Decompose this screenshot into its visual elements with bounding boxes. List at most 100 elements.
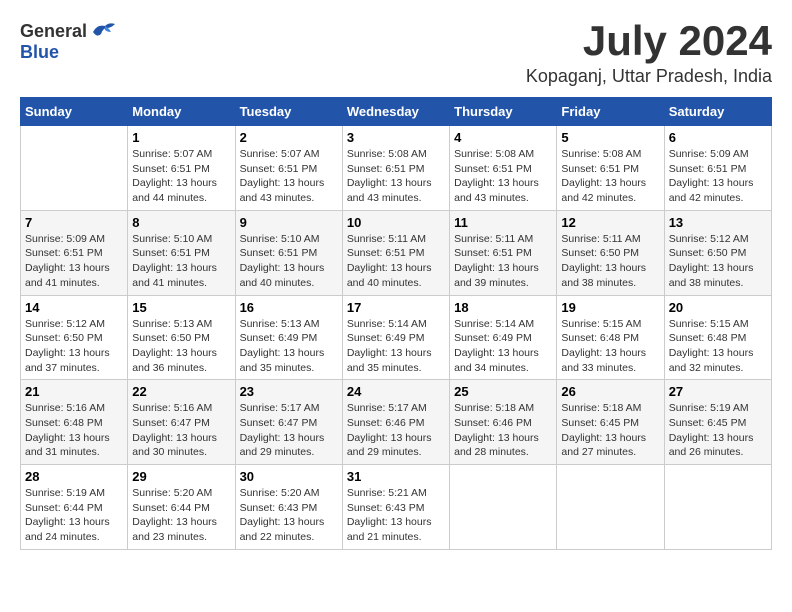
day-number: 19 <box>561 300 659 315</box>
day-cell: 21 Sunrise: 5:16 AMSunset: 6:48 PMDayligh… <box>21 380 128 465</box>
day-number: 5 <box>561 130 659 145</box>
day-number: 28 <box>25 469 123 484</box>
day-cell: 25 Sunrise: 5:18 AMSunset: 6:46 PMDayligh… <box>450 380 557 465</box>
calendar-table: SundayMondayTuesdayWednesdayThursdayFrid… <box>20 97 772 550</box>
week-row-1: 1Sunrise: 5:07 AMSunset: 6:51 PMDaylight… <box>21 126 772 211</box>
day-number: 6 <box>669 130 767 145</box>
logo-bird-icon <box>89 20 117 42</box>
day-cell: 22Sunrise: 5:16 AMSunset: 6:47 PMDayligh… <box>128 380 235 465</box>
day-cell: 2 Sunrise: 5:07 AMSunset: 6:51 PMDaylight… <box>235 126 342 211</box>
day-number: 13 <box>669 215 767 230</box>
day-cell: 7Sunrise: 5:09 AMSunset: 6:51 PMDaylight… <box>21 210 128 295</box>
day-info: Sunrise: 5:10 AMSunset: 6:51 PMDaylight:… <box>240 232 338 291</box>
day-cell <box>21 126 128 211</box>
day-info: Sunrise: 5:17 AMSunset: 6:47 PMDaylight:… <box>240 401 338 460</box>
day-number: 10 <box>347 215 445 230</box>
page-header: General Blue July 2024 Kopaganj, Uttar P… <box>20 20 772 87</box>
day-info: Sunrise: 5:18 AMSunset: 6:46 PMDaylight:… <box>454 401 552 460</box>
day-info: Sunrise: 5:19 AMSunset: 6:45 PMDaylight:… <box>669 401 767 460</box>
day-number: 31 <box>347 469 445 484</box>
day-number: 12 <box>561 215 659 230</box>
day-info: Sunrise: 5:11 AMSunset: 6:50 PMDaylight:… <box>561 232 659 291</box>
day-number: 9 <box>240 215 338 230</box>
day-number: 7 <box>25 215 123 230</box>
day-number: 18 <box>454 300 552 315</box>
day-number: 21 <box>25 384 123 399</box>
day-info: Sunrise: 5:19 AMSunset: 6:44 PMDaylight:… <box>25 486 123 545</box>
header-cell-tuesday: Tuesday <box>235 98 342 126</box>
day-number: 16 <box>240 300 338 315</box>
day-info: Sunrise: 5:16 AMSunset: 6:48 PMDaylight:… <box>25 401 123 460</box>
day-cell: 5 Sunrise: 5:08 AMSunset: 6:51 PMDaylight… <box>557 126 664 211</box>
calendar-header: SundayMondayTuesdayWednesdayThursdayFrid… <box>21 98 772 126</box>
day-info: Sunrise: 5:20 AMSunset: 6:44 PMDaylight:… <box>132 486 230 545</box>
day-cell: 10 Sunrise: 5:11 AMSunset: 6:51 PMDayligh… <box>342 210 449 295</box>
day-number: 15 <box>132 300 230 315</box>
header-cell-friday: Friday <box>557 98 664 126</box>
day-number: 20 <box>669 300 767 315</box>
title-area: July 2024 Kopaganj, Uttar Pradesh, India <box>526 20 772 87</box>
day-info: Sunrise: 5:21 AMSunset: 6:43 PMDaylight:… <box>347 486 445 545</box>
day-cell: 26Sunrise: 5:18 AMSunset: 6:45 PMDayligh… <box>557 380 664 465</box>
day-info: Sunrise: 5:08 AMSunset: 6:51 PMDaylight:… <box>347 147 445 206</box>
day-info: Sunrise: 5:11 AMSunset: 6:51 PMDaylight:… <box>347 232 445 291</box>
day-cell: 3 Sunrise: 5:08 AMSunset: 6:51 PMDaylight… <box>342 126 449 211</box>
day-number: 4 <box>454 130 552 145</box>
day-cell: 4Sunrise: 5:08 AMSunset: 6:51 PMDaylight… <box>450 126 557 211</box>
week-row-2: 7Sunrise: 5:09 AMSunset: 6:51 PMDaylight… <box>21 210 772 295</box>
week-row-5: 28 Sunrise: 5:19 AMSunset: 6:44 PMDayligh… <box>21 465 772 550</box>
header-row: SundayMondayTuesdayWednesdayThursdayFrid… <box>21 98 772 126</box>
week-row-4: 21 Sunrise: 5:16 AMSunset: 6:48 PMDayligh… <box>21 380 772 465</box>
day-cell: 27 Sunrise: 5:19 AMSunset: 6:45 PMDayligh… <box>664 380 771 465</box>
logo: General Blue <box>20 20 117 63</box>
header-cell-sunday: Sunday <box>21 98 128 126</box>
header-cell-monday: Monday <box>128 98 235 126</box>
logo-general-text: General <box>20 21 87 42</box>
day-info: Sunrise: 5:10 AMSunset: 6:51 PMDaylight:… <box>132 232 230 291</box>
day-cell: 12 Sunrise: 5:11 AMSunset: 6:50 PMDayligh… <box>557 210 664 295</box>
day-info: Sunrise: 5:07 AMSunset: 6:51 PMDaylight:… <box>132 147 230 206</box>
day-number: 27 <box>669 384 767 399</box>
day-number: 3 <box>347 130 445 145</box>
day-info: Sunrise: 5:20 AMSunset: 6:43 PMDaylight:… <box>240 486 338 545</box>
day-cell: 18 Sunrise: 5:14 AMSunset: 6:49 PMDayligh… <box>450 295 557 380</box>
day-info: Sunrise: 5:08 AMSunset: 6:51 PMDaylight:… <box>561 147 659 206</box>
day-number: 2 <box>240 130 338 145</box>
day-number: 14 <box>25 300 123 315</box>
day-cell: 31 Sunrise: 5:21 AMSunset: 6:43 PMDayligh… <box>342 465 449 550</box>
day-number: 25 <box>454 384 552 399</box>
day-info: Sunrise: 5:16 AMSunset: 6:47 PMDaylight:… <box>132 401 230 460</box>
day-cell <box>664 465 771 550</box>
day-cell: 11 Sunrise: 5:11 AMSunset: 6:51 PMDayligh… <box>450 210 557 295</box>
day-cell: 23 Sunrise: 5:17 AMSunset: 6:47 PMDayligh… <box>235 380 342 465</box>
day-cell: 6 Sunrise: 5:09 AMSunset: 6:51 PMDaylight… <box>664 126 771 211</box>
month-year-title: July 2024 <box>526 20 772 62</box>
day-info: Sunrise: 5:18 AMSunset: 6:45 PMDaylight:… <box>561 401 659 460</box>
calendar-body: 1Sunrise: 5:07 AMSunset: 6:51 PMDaylight… <box>21 126 772 550</box>
day-cell <box>557 465 664 550</box>
day-number: 8 <box>132 215 230 230</box>
day-info: Sunrise: 5:09 AMSunset: 6:51 PMDaylight:… <box>669 147 767 206</box>
day-cell: 28 Sunrise: 5:19 AMSunset: 6:44 PMDayligh… <box>21 465 128 550</box>
day-info: Sunrise: 5:14 AMSunset: 6:49 PMDaylight:… <box>454 317 552 376</box>
day-number: 30 <box>240 469 338 484</box>
day-cell: 24Sunrise: 5:17 AMSunset: 6:46 PMDayligh… <box>342 380 449 465</box>
header-cell-wednesday: Wednesday <box>342 98 449 126</box>
day-cell: 8 Sunrise: 5:10 AMSunset: 6:51 PMDaylight… <box>128 210 235 295</box>
day-number: 23 <box>240 384 338 399</box>
day-cell: 17Sunrise: 5:14 AMSunset: 6:49 PMDayligh… <box>342 295 449 380</box>
day-info: Sunrise: 5:07 AMSunset: 6:51 PMDaylight:… <box>240 147 338 206</box>
day-number: 11 <box>454 215 552 230</box>
day-info: Sunrise: 5:13 AMSunset: 6:50 PMDaylight:… <box>132 317 230 376</box>
day-cell: 30 Sunrise: 5:20 AMSunset: 6:43 PMDayligh… <box>235 465 342 550</box>
day-info: Sunrise: 5:11 AMSunset: 6:51 PMDaylight:… <box>454 232 552 291</box>
day-number: 29 <box>132 469 230 484</box>
day-info: Sunrise: 5:13 AMSunset: 6:49 PMDaylight:… <box>240 317 338 376</box>
location-title: Kopaganj, Uttar Pradesh, India <box>526 66 772 87</box>
day-cell: 19Sunrise: 5:15 AMSunset: 6:48 PMDayligh… <box>557 295 664 380</box>
day-cell: 16 Sunrise: 5:13 AMSunset: 6:49 PMDayligh… <box>235 295 342 380</box>
day-info: Sunrise: 5:12 AMSunset: 6:50 PMDaylight:… <box>669 232 767 291</box>
day-info: Sunrise: 5:14 AMSunset: 6:49 PMDaylight:… <box>347 317 445 376</box>
day-cell <box>450 465 557 550</box>
day-number: 24 <box>347 384 445 399</box>
